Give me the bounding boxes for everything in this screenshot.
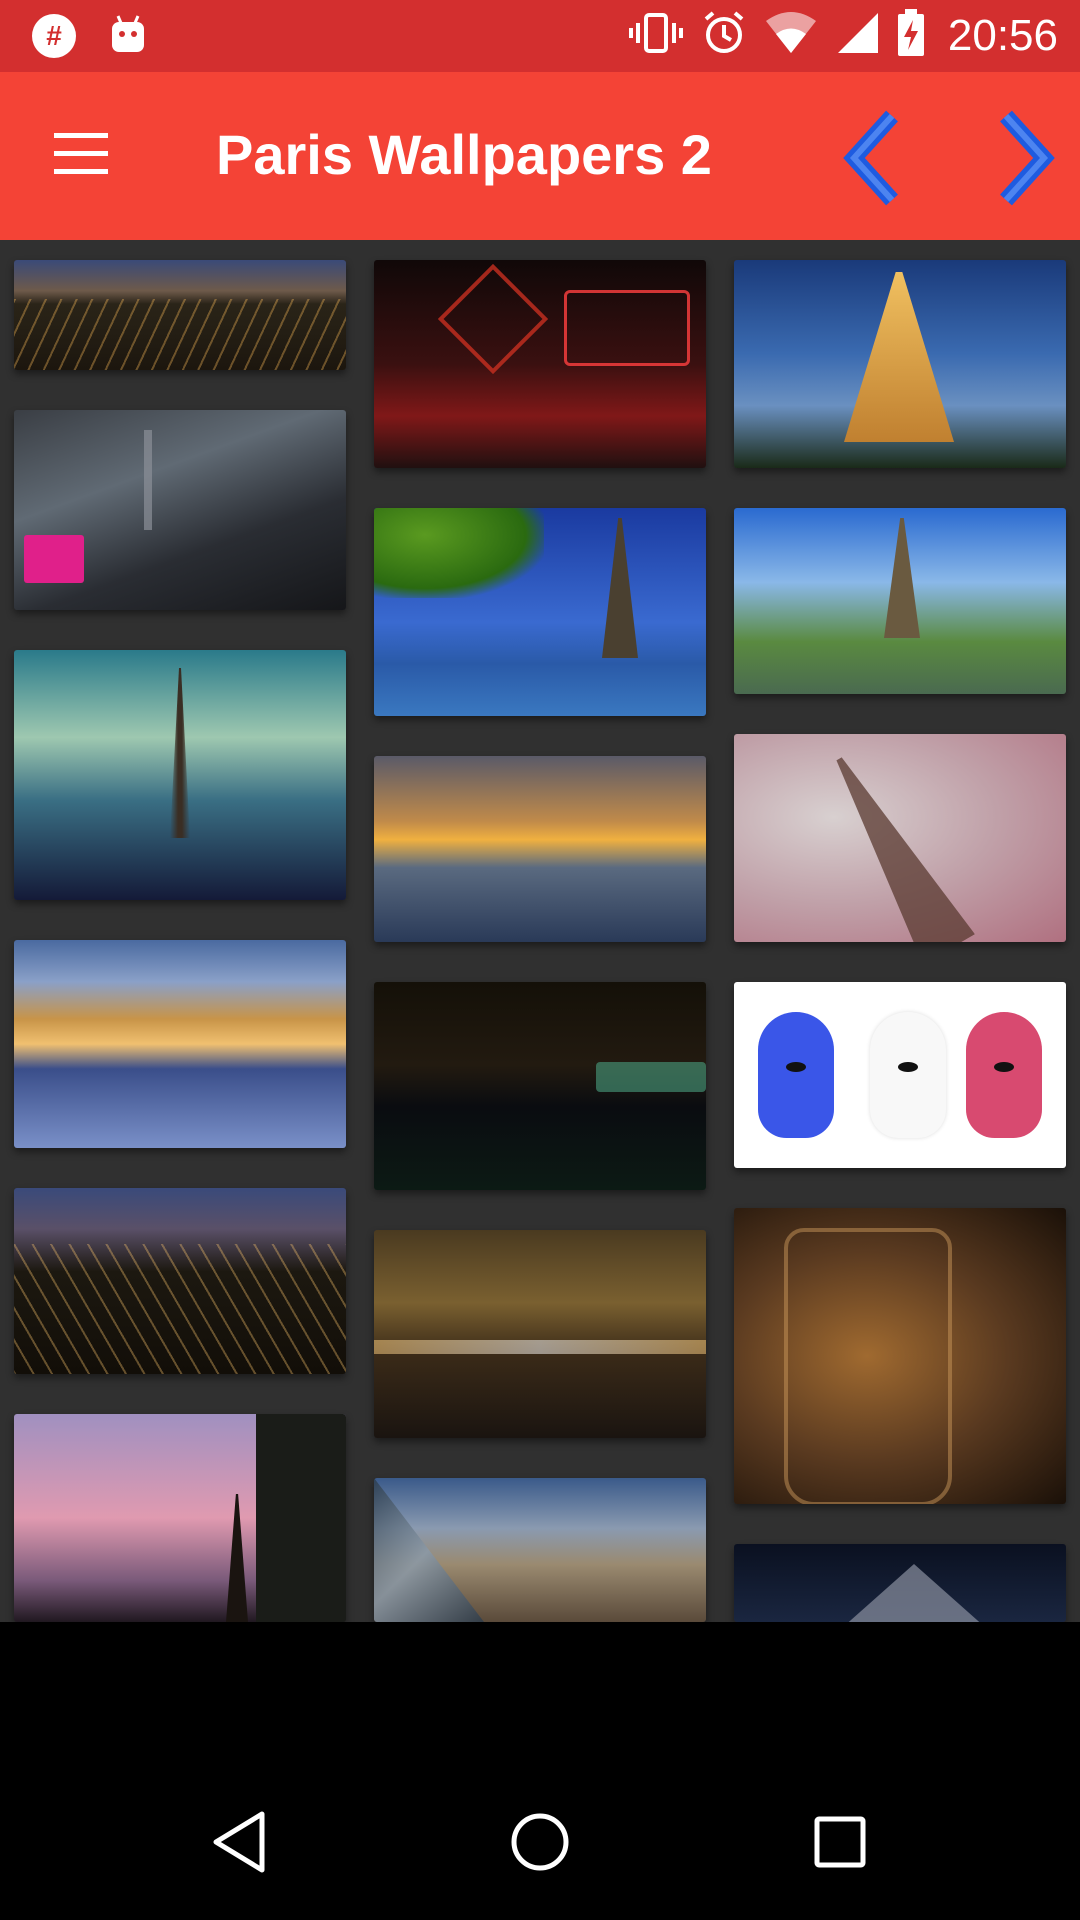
thumbnail-moulin-rouge[interactable] xyxy=(374,260,706,468)
thumbnail-futuristic-paris[interactable] xyxy=(14,410,346,610)
vibrate-icon xyxy=(628,9,684,62)
thumbnail-eiffel-miniature[interactable] xyxy=(734,734,1066,942)
status-bar: # 20:56 xyxy=(0,0,1080,72)
back-triangle-icon[interactable] xyxy=(180,1792,300,1892)
thumbnail-paris-sunset-clouds[interactable] xyxy=(374,756,706,942)
thumbnail-eiffel-pink-sky[interactable] xyxy=(14,1414,346,1622)
thumbnail-louvre-reflection[interactable] xyxy=(14,940,346,1148)
svg-text:#: # xyxy=(46,20,62,51)
wifi-icon xyxy=(764,9,818,62)
wallpaper-grid xyxy=(0,240,1080,1622)
system-nav-bar xyxy=(0,1762,1080,1920)
android-notification-icon xyxy=(108,12,148,65)
home-circle-icon[interactable] xyxy=(480,1792,600,1892)
alarm-icon xyxy=(700,9,748,62)
thumbnail-louvre-pyramid-night[interactable] xyxy=(734,1544,1066,1622)
chevron-left-icon[interactable] xyxy=(830,108,926,208)
chevron-right-icon[interactable] xyxy=(972,108,1068,208)
thumbnail-eiffel-seine-day[interactable] xyxy=(374,508,706,716)
thumbnail-seine-night[interactable] xyxy=(374,982,706,1190)
app-bar: Paris Wallpapers 2 xyxy=(0,72,1080,240)
empty-area xyxy=(0,1622,1080,1762)
battery-charging-icon xyxy=(896,8,926,63)
thumbnail-balaclava-masks[interactable] xyxy=(734,982,1066,1168)
signal-icon xyxy=(834,9,880,62)
thumbnail-paris-night-aerial[interactable] xyxy=(14,260,346,370)
status-time: 20:56 xyxy=(947,10,1058,60)
page-title: Paris Wallpapers 2 xyxy=(216,123,712,186)
thumbnail-louvre-palace[interactable] xyxy=(374,1478,706,1622)
thumbnail-eiffel-tower-dusk[interactable] xyxy=(734,260,1066,468)
thumbnail-bridge-night[interactable] xyxy=(374,1230,706,1438)
recents-square-icon[interactable] xyxy=(780,1792,900,1892)
hamburger-menu-icon[interactable] xyxy=(50,127,114,183)
thumbnail-eiffel-cloudy-sky[interactable] xyxy=(14,650,346,900)
thumbnail-eiffel-trocadero[interactable] xyxy=(734,508,1066,694)
thumbnail-paris-night-lights[interactable] xyxy=(14,1188,346,1374)
hash-notification-icon: # xyxy=(30,12,78,65)
thumbnail-eiffel-in-jar[interactable] xyxy=(734,1208,1066,1504)
